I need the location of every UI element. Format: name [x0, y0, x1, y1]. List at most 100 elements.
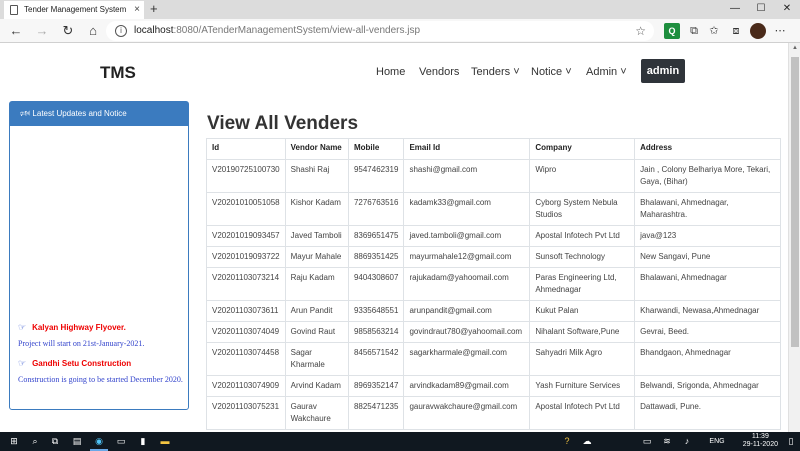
table-row: V20201103074909 Arvind Kadam 8969352147 arv… — [206, 375, 781, 397]
table-cell: V20201103073214 — [206, 267, 286, 301]
search-icon[interactable]: ⌕ — [26, 432, 44, 451]
browser-toolbar: ← → ↻ ⌂ i localhost:8080/ATenderManageme… — [0, 19, 800, 43]
table-cell: V20201019093457 — [206, 225, 286, 247]
table-cell: Sahyadri Milk Agro — [529, 342, 636, 376]
page-scrollbar[interactable]: ▲ — [788, 43, 800, 432]
table-cell: kadamk33@gmail.com — [403, 192, 531, 226]
url-host: localhost — [134, 25, 174, 36]
volume-icon[interactable]: ♪ — [680, 432, 694, 451]
task-view-icon[interactable]: ⧉ — [46, 432, 64, 451]
cloud-icon[interactable]: ☁ — [580, 432, 594, 451]
edge-browser-icon[interactable]: ◉ — [90, 432, 108, 451]
table-header-row: Id Vendor Name Mobile Email Id Company A… — [206, 138, 781, 160]
table-cell: 8369651475 — [347, 225, 405, 247]
notice-text: Project will start on 21st-January-2021. — [18, 339, 145, 348]
table-cell: Wipro — [529, 159, 636, 193]
table-cell: V20201019093722 — [206, 246, 286, 268]
table-cell: V20201103075231 — [206, 396, 286, 430]
table-cell: Govind Raut — [284, 321, 349, 343]
venders-table: Id Vendor Name Mobile Email Id Company A… — [206, 138, 781, 430]
table-cell: Bhalawani, Ahmednagar, Maharashtra. — [634, 192, 781, 226]
table-cell: Yash Furniture Services — [529, 375, 636, 397]
clock-time: 11:39 — [751, 433, 769, 440]
table-cell: 7276763516 — [347, 192, 405, 226]
table-cell: 8869351425 — [347, 246, 405, 268]
profile-avatar[interactable] — [750, 23, 766, 39]
table-cell: V20201103074458 — [206, 342, 286, 376]
notice-title[interactable]: Gandhi Setu Construction — [32, 359, 131, 368]
brand-logo[interactable]: TMS — [100, 63, 136, 83]
windows-taskbar: ⊞ ⌕ ⧉ ▤ ◉ ▭ ▮ ▬ ? ☁ ▭ ≋ ♪ ENG 11:39 29-1… — [0, 432, 800, 451]
notice-panel: 🕬 Latest Updates and Notice ☞ Kalyan High… — [9, 101, 189, 410]
forward-button[interactable]: → — [32, 21, 52, 41]
windows-start-icon[interactable]: ⊞ — [4, 432, 24, 451]
collections-icon[interactable]: ⧈ — [728, 23, 744, 39]
back-button[interactable]: ← — [6, 21, 26, 41]
close-tab-icon[interactable]: × — [134, 1, 140, 19]
table-cell: Apostal Infotech Pvt Ltd — [529, 225, 636, 247]
explorer-icon[interactable]: ▮ — [134, 432, 152, 451]
extension-q-icon[interactable]: Q — [664, 23, 680, 39]
table-cell: 9404308607 — [347, 267, 405, 301]
info-icon[interactable]: i — [115, 25, 127, 37]
table-cell: Gaurav Wakchaure — [284, 396, 349, 430]
pointing-hand-icon: ☞ — [18, 322, 27, 332]
browser-tab[interactable]: Tender Management System × — [4, 1, 144, 19]
table-cell: Dattawadi, Pune. — [634, 396, 781, 430]
favorite-star-icon[interactable]: ☆ — [635, 21, 646, 41]
notifications-icon[interactable]: ▯ — [784, 432, 798, 451]
table-cell: govindraut780@yahoomail.com — [403, 321, 531, 343]
table-cell: Bhandgaon, Ahmednagar — [634, 342, 781, 376]
tab-title: Tender Management System — [24, 5, 127, 14]
column-header: Id — [206, 138, 286, 160]
language-indicator[interactable]: ENG — [706, 432, 728, 451]
nav-admin-dropdown[interactable]: Admin ˅ — [586, 66, 627, 78]
table-cell: Kishor Kadam — [284, 192, 349, 226]
terminal-icon[interactable]: ▭ — [112, 432, 130, 451]
favorites-icon[interactable]: ✩ — [706, 23, 722, 39]
folder-icon[interactable]: ▬ — [156, 432, 174, 451]
table-row: V20201103073611 Arun Pandit 9335648551 arun… — [206, 300, 781, 322]
site-navbar: TMS Home Vendors Tenders ˅ Notice ˅ Admi… — [0, 43, 788, 99]
extension-icon[interactable]: ⧉ — [686, 23, 702, 39]
table-row: V20201019093457 Javed Tamboli 8369651475 ja… — [206, 225, 781, 247]
column-header: Mobile — [347, 138, 405, 160]
table-cell: Kukut Palan — [529, 300, 636, 322]
user-button[interactable]: admin — [641, 59, 685, 83]
table-cell: 9335648551 — [347, 300, 405, 322]
column-header: Vendor Name — [284, 138, 349, 160]
reload-button[interactable]: ↻ — [58, 21, 78, 41]
table-cell: arvindkadam89@gmail.com — [403, 375, 531, 397]
widgets-icon[interactable]: ▤ — [68, 432, 86, 451]
scroll-thumb[interactable] — [791, 57, 799, 347]
table-cell: 9547462319 — [347, 159, 405, 193]
table-cell: V20201103074909 — [206, 375, 286, 397]
system-clock[interactable]: 11:39 29-11-2020 — [743, 433, 778, 449]
close-window-button[interactable]: ✕ — [774, 0, 800, 19]
table-cell: Apostal Infotech Pvt Ltd — [529, 396, 636, 430]
wifi-icon[interactable]: ≋ — [660, 432, 674, 451]
new-tab-button[interactable]: + — [150, 0, 158, 18]
nav-tenders-dropdown[interactable]: Tenders ˅ — [471, 66, 520, 78]
table-row: V20201019093722 Mayur Mahale 8869351425 may… — [206, 246, 781, 268]
address-bar[interactable]: i localhost:8080/ATenderManagementSystem… — [106, 21, 654, 41]
home-button[interactable]: ⌂ — [83, 21, 103, 41]
table-cell: Sunsoft Technology — [529, 246, 636, 268]
table-cell: Belwandi, Srigonda, Ahmednagar — [634, 375, 781, 397]
menu-icon[interactable]: ⋯ — [772, 23, 788, 39]
notice-title[interactable]: Kalyan Highway Flyover. — [32, 323, 126, 332]
nav-home[interactable]: Home — [376, 66, 405, 78]
table-row: V20201103074458 Sagar Kharmale 8456571542 s… — [206, 342, 781, 376]
scroll-up-icon[interactable]: ▲ — [791, 45, 799, 51]
maximize-button[interactable]: ☐ — [748, 0, 774, 19]
nav-notice-dropdown[interactable]: Notice ˅ — [531, 66, 572, 78]
table-cell: Raju Kadam — [284, 267, 349, 301]
table-cell: Cyborg System Nebula Studios — [529, 192, 636, 226]
table-cell: Javed Tamboli — [284, 225, 349, 247]
help-icon[interactable]: ? — [560, 432, 574, 451]
minimize-button[interactable]: — — [722, 0, 748, 19]
nav-vendors[interactable]: Vendors — [419, 66, 459, 78]
table-cell: New Sangavi, Pune — [634, 246, 781, 268]
table-cell: Arvind Kadam — [284, 375, 349, 397]
battery-icon[interactable]: ▭ — [640, 432, 654, 451]
